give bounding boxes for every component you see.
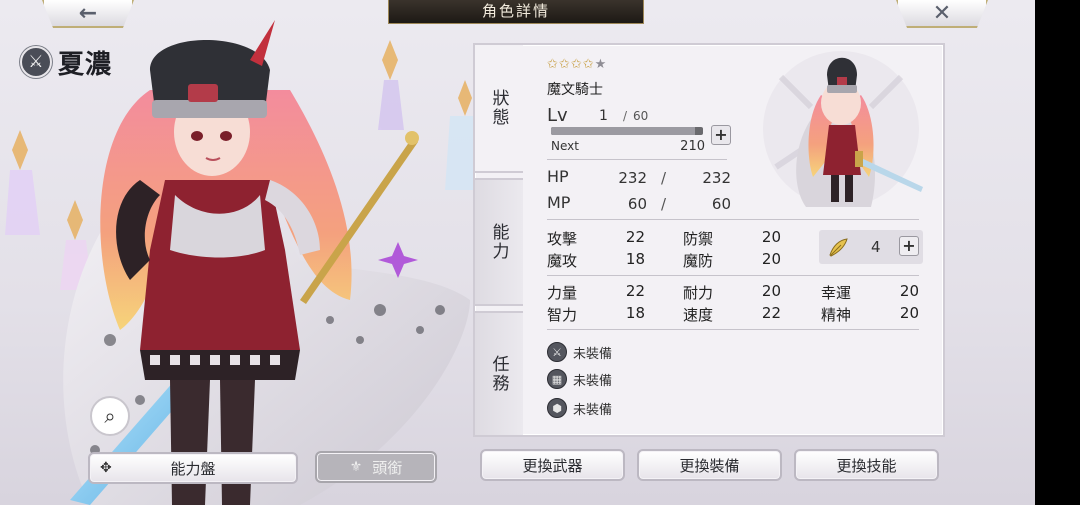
character-illustration: [5, 20, 478, 505]
weapon-icon: ⚔: [547, 342, 567, 362]
title-icon: ⚜: [349, 459, 363, 475]
title-button[interactable]: ⚜ 頭銜: [315, 451, 437, 483]
stat-value-luck: 20: [899, 282, 919, 300]
feather-count: 4: [871, 238, 881, 256]
tab-quest[interactable]: 任務: [473, 311, 523, 437]
equip-slot-armor[interactable]: ▦ 未裝備: [547, 368, 612, 390]
hp-separator: /: [661, 169, 667, 187]
stat-value-spirit: 20: [899, 304, 919, 322]
equip-slot-label: 未裝備: [573, 373, 613, 389]
level-up-button[interactable]: +: [711, 125, 731, 145]
stat-label-magic-attack: 魔攻: [547, 252, 578, 270]
divider: [547, 329, 919, 330]
grid-icon: ✥: [100, 460, 112, 476]
stat-value-magic-defense: 20: [761, 250, 781, 268]
accessory-icon: ⬢: [547, 398, 567, 418]
next-exp-label: Next: [551, 139, 579, 153]
character-badge-icon: ⚔: [20, 46, 52, 78]
armor-icon: ▦: [547, 369, 567, 389]
change-weapon-button[interactable]: 更換武器: [480, 449, 625, 481]
status-content: ✩✩✩✩★ 魔文騎士 Lv 1 / 60 + Next 210 HP 232 /…: [523, 45, 943, 435]
stat-label-defense: 防禦: [683, 230, 714, 248]
level-label: Lv: [547, 105, 568, 126]
divider: [547, 159, 727, 160]
mp-label: MP: [547, 193, 571, 212]
close-button[interactable]: ✕: [896, 0, 988, 28]
exp-bar-fill: [551, 127, 696, 135]
title-button-label: 頭銜: [372, 458, 403, 477]
rarity-stars: ✩✩✩✩★: [547, 57, 607, 72]
star-filled-icon: ✩: [570, 57, 583, 72]
job-name: 魔文騎士: [547, 82, 603, 98]
mp-separator: /: [661, 195, 667, 213]
stat-value-attack: 22: [625, 228, 645, 246]
star-filled-icon: ✩: [558, 57, 571, 72]
stat-value-intelligence: 18: [625, 304, 645, 322]
divider: [547, 275, 919, 276]
screen-edge: [1035, 0, 1080, 505]
tab-ability[interactable]: 能力: [473, 178, 523, 306]
game-screen: ⚔ 夏濃 ⌕ ← 角色詳情 ✕ 狀態 能力 任務 ✩✩✩✩★ 魔文騎士 Lv 1…: [0, 0, 1035, 505]
magnifier-icon: ⌕: [104, 404, 116, 428]
tab-status[interactable]: 狀態: [473, 43, 523, 173]
hp-max: 232: [702, 169, 731, 187]
hp-current: 232: [618, 169, 647, 187]
ability-board-button[interactable]: ✥ 能力盤: [88, 452, 298, 484]
stat-label-attack: 攻擊: [547, 230, 578, 248]
back-arrow-icon: ←: [78, 0, 98, 26]
character-name: 夏濃: [58, 50, 113, 80]
stat-label-stamina: 耐力: [683, 284, 714, 302]
stat-value-stamina: 20: [761, 282, 781, 300]
stat-label-speed: 速度: [683, 306, 714, 324]
equip-slot-label: 未裝備: [573, 402, 613, 418]
stat-label-intelligence: 智力: [547, 306, 578, 324]
stat-value-magic-attack: 18: [625, 250, 645, 268]
stat-label-strength: 力量: [547, 284, 578, 302]
stat-label-magic-defense: 魔防: [683, 252, 714, 270]
level-max: 60: [633, 109, 649, 123]
feather-add-button[interactable]: +: [899, 236, 919, 256]
page-title: 角色詳情: [388, 0, 644, 24]
level-value: 1: [599, 108, 608, 124]
star-empty-icon: ★: [594, 57, 608, 72]
feather-counter: 4 +: [819, 230, 923, 264]
stat-value-speed: 22: [761, 304, 781, 322]
close-icon: ✕: [932, 0, 952, 26]
stat-label-luck: 幸運: [821, 284, 852, 302]
change-skill-button[interactable]: 更換技能: [794, 449, 939, 481]
equip-slot-label: 未裝備: [573, 346, 613, 362]
stat-value-defense: 20: [761, 228, 781, 246]
zoom-button[interactable]: ⌕: [90, 396, 130, 436]
mp-max: 60: [711, 195, 731, 213]
exp-bar: [551, 127, 703, 135]
change-equipment-button[interactable]: 更換裝備: [637, 449, 782, 481]
next-exp-value: 210: [680, 139, 705, 154]
hp-label: HP: [547, 167, 569, 186]
mp-current: 60: [627, 195, 647, 213]
chibi-portrait: [763, 51, 923, 207]
ability-board-label: 能力盤: [170, 459, 216, 478]
divider: [547, 219, 919, 220]
equip-slot-accessory[interactable]: ⬢ 未裝備: [547, 397, 612, 419]
stat-value-strength: 22: [625, 282, 645, 300]
star-filled-icon: ✩: [582, 57, 595, 72]
equip-slot-weapon[interactable]: ⚔ 未裝備: [547, 341, 612, 363]
feather-icon: [829, 238, 848, 257]
level-separator: /: [623, 109, 628, 123]
stat-label-spirit: 精神: [821, 306, 852, 324]
star-filled-icon: ✩: [547, 57, 559, 72]
back-button[interactable]: ←: [42, 0, 134, 28]
